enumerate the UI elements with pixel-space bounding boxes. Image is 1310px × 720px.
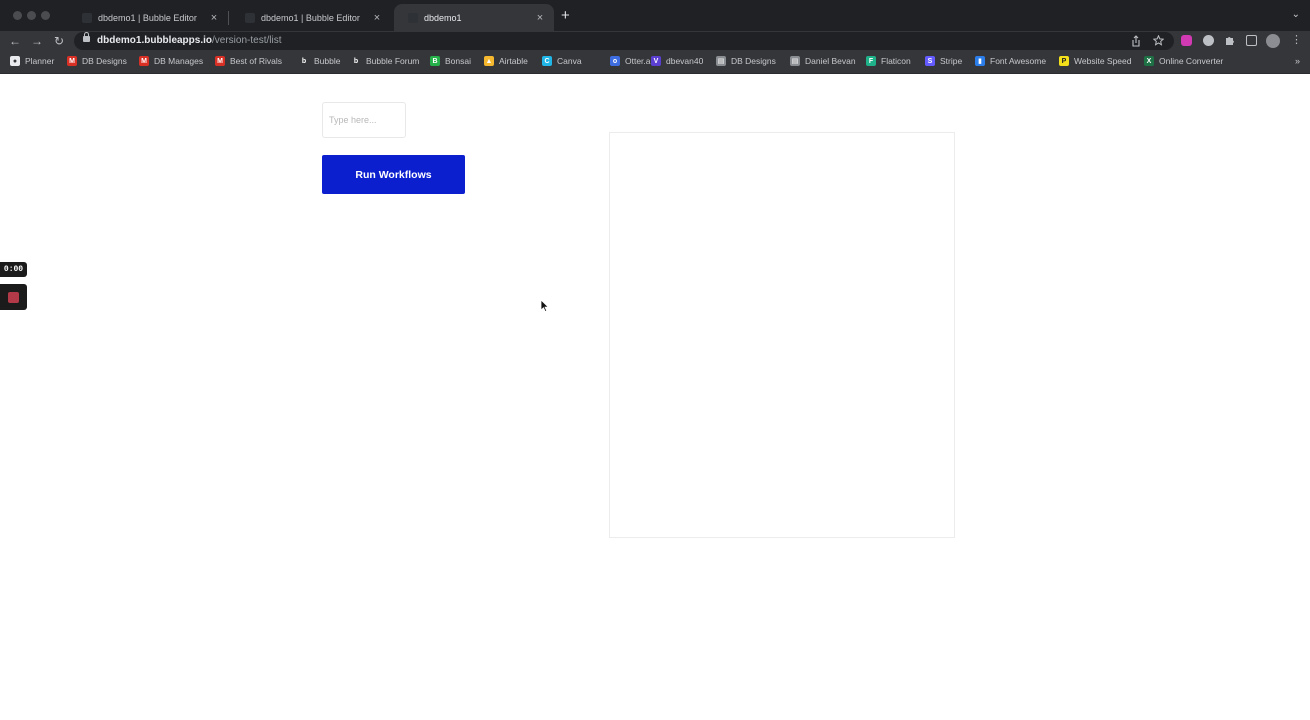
- tab-bubble-editor-2[interactable]: dbdemo1 | Bubble Editor ×: [231, 4, 391, 31]
- bookmark-label: Flaticon: [881, 56, 911, 66]
- otter-icon: o: [610, 56, 620, 66]
- bookmark-label: Canva: [557, 56, 582, 66]
- bookmark-label: DB Manages: [154, 56, 204, 66]
- bonsai-icon: B: [430, 56, 440, 66]
- bookmark-website-speed[interactable]: P Website Speed: [1059, 56, 1132, 66]
- bookmark-label: Bonsai: [445, 56, 471, 66]
- url-path: /version-test/list: [212, 35, 282, 46]
- close-tab-icon[interactable]: ×: [208, 12, 220, 24]
- pingdom-icon: P: [1059, 56, 1069, 66]
- puzzle-extensions-icon[interactable]: [1224, 35, 1235, 46]
- back-arrow-icon[interactable]: ←: [8, 33, 22, 49]
- canva-icon: C: [542, 56, 552, 66]
- page-icon: ▤: [790, 56, 800, 66]
- bookmark-font-awesome[interactable]: ▮ Font Awesome: [975, 56, 1046, 66]
- lock-icon[interactable]: [83, 32, 90, 42]
- text-input[interactable]: [322, 102, 406, 138]
- bookmark-flaticon[interactable]: F Flaticon: [866, 56, 911, 66]
- bookmark-db-manages[interactable]: M DB Manages: [139, 56, 203, 66]
- bookmark-label: Otter.ai: [625, 56, 653, 66]
- bubble-icon: b: [351, 56, 361, 66]
- flaticon-icon: F: [866, 56, 876, 66]
- bookmark-label: Best of Rivals: [230, 56, 282, 66]
- bookmark-db-designs[interactable]: ▤ DB Designs: [716, 56, 776, 66]
- bubble-icon: b: [299, 56, 309, 66]
- bookmark-label: Online Converter: [1159, 56, 1224, 66]
- tab-title: dbdemo1 | Bubble Editor: [98, 12, 197, 23]
- gmail-icon: M: [139, 56, 149, 66]
- bookmark-dbevan40[interactable]: Vdbevan40: [651, 56, 703, 66]
- bookmark-best-of-rivals[interactable]: M Best of Rivals: [215, 56, 282, 66]
- reload-icon[interactable]: ↻: [52, 33, 66, 49]
- mouse-cursor-icon: [540, 299, 550, 313]
- bookmark-bubble-forum[interactable]: b Bubble Forum: [351, 56, 419, 66]
- url-host: dbdemo1.bubbleapps.io: [97, 35, 213, 46]
- side-panel-icon[interactable]: [1246, 35, 1257, 46]
- tab-search-chevron-icon[interactable]: ⌄: [1292, 9, 1300, 20]
- bookmark-label: Daniel Bevan: [805, 56, 856, 66]
- address-url[interactable]: dbdemo1.bubbleapps.io/version-test/list: [97, 35, 281, 46]
- bookmark-bubble[interactable]: b Bubble: [299, 56, 340, 66]
- recording-timer: 0:00: [0, 262, 27, 277]
- stop-icon: [8, 292, 19, 303]
- bookmark-db-designs[interactable]: M DB Designs: [67, 56, 127, 66]
- minimize-window-icon[interactable]: [27, 11, 36, 20]
- page-icon: ▤: [716, 56, 726, 66]
- browser-menu-icon[interactable]: ⋮: [1291, 33, 1302, 46]
- bookmark-label: Font Awesome: [990, 56, 1047, 66]
- bookmark-label: Airtable: [499, 56, 528, 66]
- bookmark-label: Bubble Forum: [366, 56, 420, 66]
- more-bookmarks-icon[interactable]: »: [1295, 56, 1300, 66]
- new-tab-icon[interactable]: +: [561, 7, 570, 25]
- bookmark-airtable[interactable]: ▲ Airtable: [484, 56, 528, 66]
- bookmark-bonsai[interactable]: B Bonsai: [430, 56, 471, 66]
- bubble-favicon-icon: [245, 12, 255, 23]
- close-tab-icon[interactable]: ×: [371, 12, 383, 24]
- tab-bubble-editor-1[interactable]: dbdemo1 | Bubble Editor ×: [68, 4, 228, 31]
- tab-title: dbdemo1: [424, 12, 462, 23]
- airtable-icon: ▲: [484, 56, 494, 66]
- bookmark-label: Website Speed: [1074, 56, 1132, 66]
- stripe-icon: S: [925, 56, 935, 66]
- bookmark-daniel-bevan[interactable]: ▤ Daniel Bevan: [790, 56, 856, 66]
- address-bar[interactable]: dbdemo1.bubbleapps.io/version-test/list: [74, 32, 1174, 50]
- profile-avatar[interactable]: [1266, 34, 1280, 48]
- forward-arrow-icon[interactable]: →: [30, 33, 44, 49]
- gmail-icon: M: [67, 56, 77, 66]
- bookmark-online-converter[interactable]: X Online Converter: [1144, 56, 1223, 66]
- camera-extension-icon[interactable]: [1203, 35, 1214, 46]
- run-workflows-button[interactable]: Run Workflows: [322, 155, 465, 194]
- bookmark-label: dbevan40: [666, 56, 704, 66]
- bookmark-label: Bubble: [314, 56, 341, 66]
- vimeo-icon: V: [651, 56, 661, 66]
- extension-icon[interactable]: [1181, 35, 1192, 46]
- stop-recording-button[interactable]: [0, 284, 27, 310]
- browser-toolbar: ← → ↻ dbdemo1.bubbleapps.io/version-test…: [0, 31, 1310, 52]
- close-window-icon[interactable]: [13, 11, 22, 20]
- gmail-icon: M: [215, 56, 225, 66]
- repeating-group-list: [609, 132, 955, 538]
- planner-icon: ●: [10, 56, 20, 66]
- bubble-favicon-icon: [82, 12, 92, 23]
- bookmark-stripe[interactable]: S Stripe: [925, 56, 962, 66]
- bookmark-star-icon[interactable]: [1153, 35, 1164, 46]
- tab-dbdemo1-active[interactable]: dbdemo1 ×: [394, 4, 554, 31]
- maximize-window-icon[interactable]: [41, 11, 50, 20]
- bubble-favicon-icon: [408, 12, 418, 23]
- bookmark-canva[interactable]: C Canva: [542, 56, 582, 66]
- bookmark-label: DB Designs: [82, 56, 127, 66]
- flag-icon: ▮: [975, 56, 985, 66]
- tab-title: dbdemo1 | Bubble Editor: [261, 12, 360, 23]
- bookmark-label: Planner: [25, 56, 55, 66]
- tab-strip: dbdemo1 | Bubble Editor × dbdemo1 | Bubb…: [0, 0, 1310, 31]
- share-icon[interactable]: [1131, 35, 1141, 47]
- bookmarks-bar: » ● Planner M DB Designs M DB Manages M Best of…: [0, 52, 1310, 74]
- bookmark-label: DB Designs: [731, 56, 776, 66]
- bookmark-otter-ai[interactable]: o Otter.ai: [610, 56, 652, 66]
- bookmark-planner[interactable]: ● Planner: [10, 56, 54, 66]
- tab-separator: [228, 11, 229, 25]
- close-tab-icon[interactable]: ×: [534, 12, 546, 24]
- bookmark-label: Stripe: [940, 56, 963, 66]
- excel-icon: X: [1144, 56, 1154, 66]
